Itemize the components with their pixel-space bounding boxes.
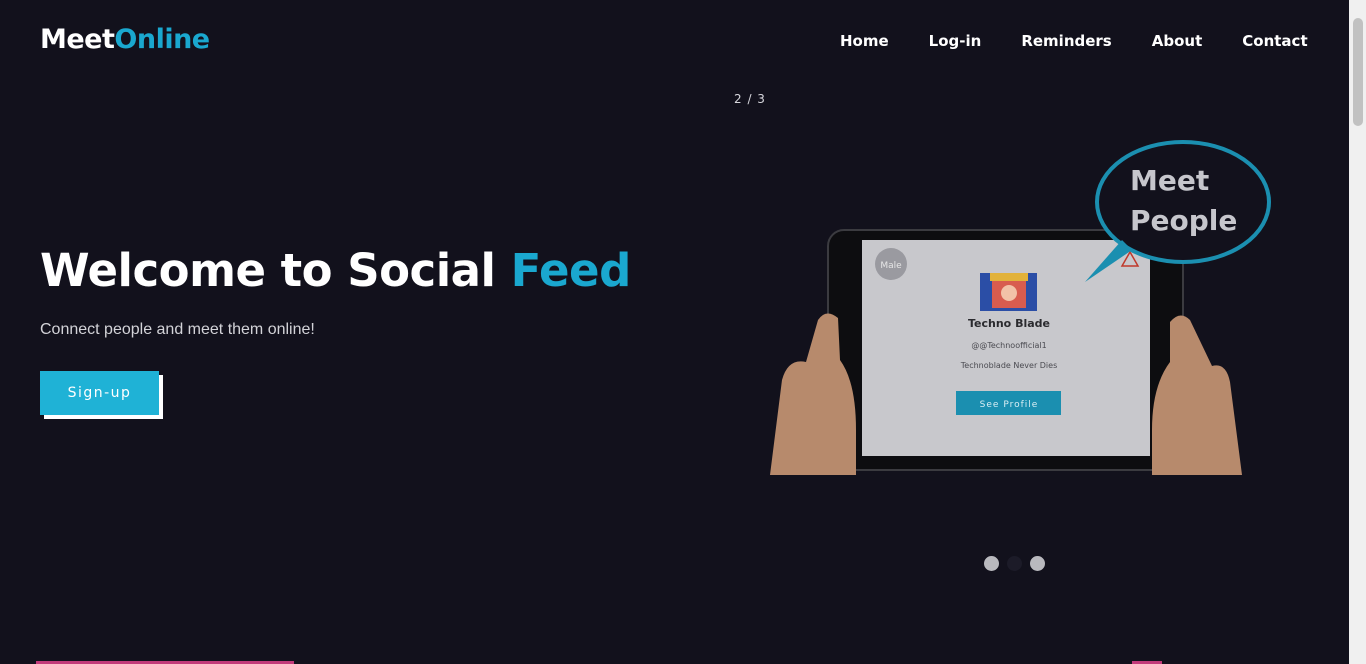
hero-title: Welcome to Social Feed: [40, 244, 631, 297]
main-nav: Home Log-in Reminders About Contact: [820, 32, 1328, 50]
vertical-scrollbar[interactable]: [1349, 0, 1366, 664]
page: MeetOnline Home Log-in Reminders About C…: [0, 0, 1366, 664]
hero-title-accent: Feed: [510, 244, 632, 297]
slide-counter: 2 / 3: [734, 92, 766, 106]
nav-about[interactable]: About: [1152, 32, 1203, 50]
carousel-dot-2[interactable]: [1007, 556, 1022, 571]
bubble-text-line2: People: [1130, 204, 1237, 237]
brand-logo[interactable]: MeetOnline: [40, 24, 210, 55]
carousel-dot-3[interactable]: [1030, 556, 1045, 571]
signup-button[interactable]: Sign-up: [40, 371, 159, 415]
hero-illustration: Male Techno Blade @@Technoofficial1 Tech…: [770, 140, 1271, 475]
profile-name: Techno Blade: [968, 317, 1050, 330]
carousel-dot-1[interactable]: [984, 556, 999, 571]
see-profile-button: See Profile: [980, 400, 1039, 410]
nav-contact[interactable]: Contact: [1242, 32, 1307, 50]
hero-title-main: Welcome to Social: [40, 244, 511, 297]
brand-name-main: Meet: [40, 24, 115, 55]
nav-login[interactable]: Log-in: [929, 32, 982, 50]
bubble-text-line1: Meet: [1130, 164, 1209, 197]
profile-bio: Technoblade Never Dies: [960, 361, 1058, 370]
nav-reminders[interactable]: Reminders: [1021, 32, 1111, 50]
brand-name-accent: Online: [114, 24, 210, 55]
nav-home[interactable]: Home: [840, 32, 889, 50]
scrollbar-thumb[interactable]: [1353, 18, 1363, 126]
profile-handle: @@Technoofficial1: [971, 341, 1046, 350]
hero-subtitle: Connect people and meet them online!: [40, 321, 315, 338]
avatar: [980, 273, 1037, 311]
gender-badge: Male: [880, 261, 902, 271]
carousel-dots: [984, 556, 1053, 571]
